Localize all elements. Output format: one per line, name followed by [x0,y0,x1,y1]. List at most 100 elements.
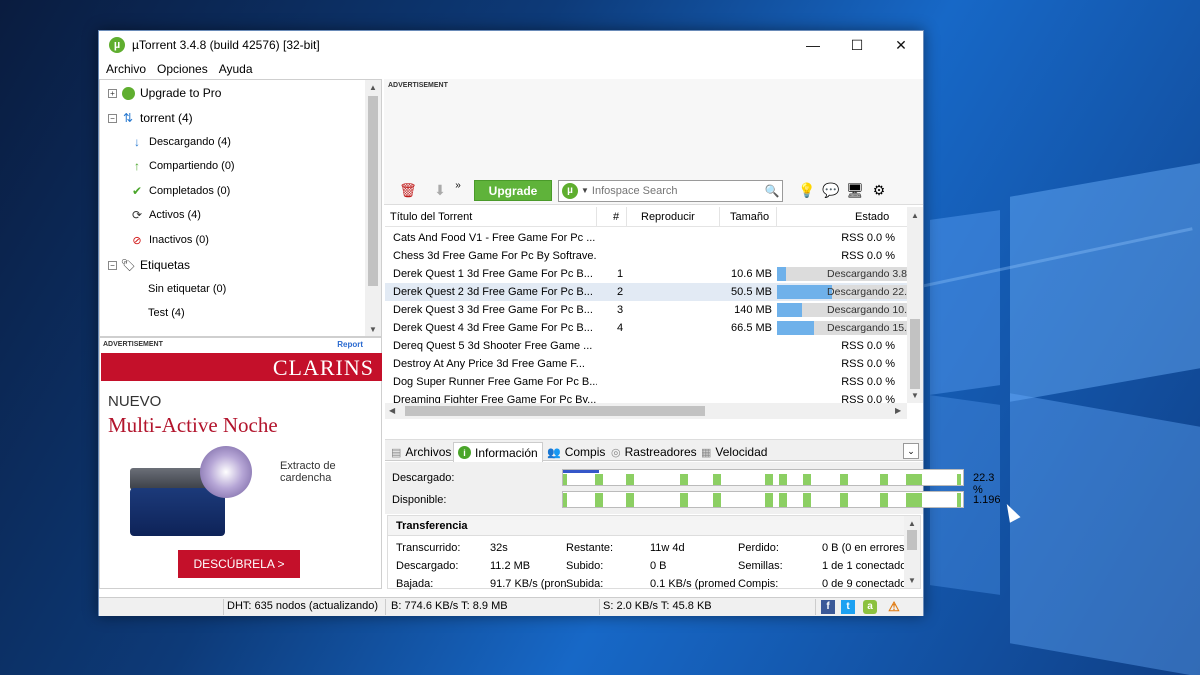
table-header: Título del Torrent # Reproducir Tamaño E… [385,207,907,227]
tab-compis[interactable]: 👥 Compis [543,442,609,462]
expand-icon[interactable]: + [108,88,117,98]
table-row[interactable]: Derek Quest 3 3d Free Game For Pc B... 3 1… [385,301,907,319]
tracker-icon: ◎ [611,446,621,459]
dht-status[interactable]: DHT: 635 nodos (actualizando) [227,600,378,612]
search-input[interactable] [591,184,762,197]
table-row[interactable]: Chess 3d Free Game For Pc By Softrave...… [385,247,907,265]
scroll-thumb[interactable] [405,406,705,416]
lightbulb-icon[interactable]: 💡 [795,180,819,202]
torrent-name: Dog Super Runner Free Game For Pc B... [393,376,597,388]
downloaded-progress-fill [563,470,599,473]
ad-product-name: Multi-Active Noche [108,413,278,437]
menu-ayuda[interactable]: Ayuda [218,62,259,76]
sidebar-scrollbar[interactable]: ▲ ▼ [365,80,381,336]
tab-rastreadores[interactable]: ◎ Rastreadores [607,442,701,462]
transfer-label: Perdido: [738,542,779,554]
table-row[interactable]: Dog Super Runner Free Game For Pc B... RS… [385,373,907,391]
table-vertical-scrollbar[interactable]: ▲ ▼ [907,207,923,403]
piece-segment [563,493,567,507]
download-button[interactable]: ⬇ [428,180,452,202]
scroll-left-icon[interactable]: ◀ [389,406,395,415]
upgrade-button[interactable]: Upgrade [474,180,552,201]
scroll-down-icon[interactable]: ▼ [365,322,381,336]
warning-icon[interactable]: ⚠ [887,600,901,614]
table-row[interactable]: Derek Quest 1 3d Free Game For Pc B... 1 1… [385,265,907,283]
scroll-up-icon[interactable]: ▲ [365,80,381,96]
sidebar-item-compartiendo[interactable]: ↑ Compartiendo (0) [130,155,235,177]
header-title[interactable]: Título del Torrent [385,207,597,227]
scroll-right-icon[interactable]: ▶ [895,406,901,415]
transfer-scrollbar[interactable]: ▲ ▼ [904,516,920,588]
twitter-icon[interactable]: t [841,600,855,614]
sidebar-item-activos[interactable]: ⟳ Activos (4) [130,204,201,226]
table-row[interactable]: Dereq Quest 5 3d Shooter Free Game ... RS… [385,337,907,355]
facebook-icon[interactable]: f [821,600,835,614]
scroll-down-icon[interactable]: ▼ [911,391,919,400]
piece-segment [595,474,603,485]
maximize-button[interactable]: ☐ [835,31,879,59]
scroll-up-icon[interactable]: ▲ [908,519,916,528]
torrent-size [720,355,772,373]
downloaded-percent: 22.3 % [973,472,995,496]
header-play[interactable]: Reproducir [627,207,720,227]
arrow-down-icon: ↓ [134,135,140,149]
android-icon[interactable]: a [863,600,877,614]
utorrent-window: µ µTorrent 3.4.8 (build 42576) [32-bit] … [98,30,1001,616]
chat-icon[interactable]: 💬 [819,180,843,202]
sidebar-item-sin-etiquetar[interactable]: Sin etiquetar (0) [148,278,226,300]
table-row[interactable]: Cats And Food V1 - Free Game For Pc ... R… [385,229,907,247]
sidebar-item-test[interactable]: Test (4) [148,302,185,324]
torrent-name: Derek Quest 2 3d Free Game For Pc B... [393,286,593,298]
gear-icon[interactable]: ⚙ [867,180,891,202]
chevron-down-icon[interactable]: ▼ [581,186,589,195]
minimize-button[interactable]: — [791,31,835,59]
ad-cta-button[interactable]: DESCÚBRELA > [178,550,300,578]
title-bar[interactable]: µ µTorrent 3.4.8 (build 42576) [32-bit] … [99,31,923,59]
scroll-up-icon[interactable]: ▲ [911,211,919,220]
ad-report-link[interactable]: Report [337,340,363,349]
header-status[interactable]: Estado [777,207,907,227]
collapse-icon[interactable]: − [108,113,117,123]
sidebar-item-completados[interactable]: ✔ Completados (0) [130,180,230,202]
torrent-progress-bar: Descargando 22. [777,285,907,299]
menu-opciones[interactable]: Opciones [156,62,214,76]
upload-status[interactable]: S: 2.0 KB/s T: 45.8 KB [603,600,712,612]
left-advertisement[interactable]: ADVERTISEMENT Report CLARINS NUEVO Multi… [99,337,382,589]
search-icon[interactable]: 🔍 [762,184,782,198]
tab-archivos[interactable]: ▤ Archivos [387,442,455,462]
table-row[interactable]: Derek Quest 4 3d Free Game For Pc B... 4 6… [385,319,907,337]
scroll-thumb[interactable] [368,96,378,286]
tab-velocidad[interactable]: ▦ Velocidad [697,442,771,462]
transfer-label: Compis: [738,578,779,590]
table-row[interactable]: Destroy At Any Price 3d Free Game F... RS… [385,355,907,373]
sidebar-item-upgrade[interactable]: + Upgrade to Pro [108,82,221,104]
tab-informacion[interactable]: i Información [453,442,543,462]
desktop-light-pane [1010,163,1200,402]
sidebar-item-torrent[interactable]: − ⇅ torrent (4) [108,107,193,129]
sidebar-item-descargando[interactable]: ↓ Descargando (4) [130,131,231,153]
scroll-down-icon[interactable]: ▼ [908,576,916,585]
collapse-icon[interactable]: − [108,260,117,270]
header-size[interactable]: Tamaño [720,207,777,227]
piece-segment [803,474,811,485]
tab-label: Rastreadores [624,445,697,459]
header-number[interactable]: # [597,207,627,227]
more-tools-button[interactable]: » [452,175,464,197]
monitor-icon[interactable]: 🖥 [843,180,867,202]
torrent-size [720,337,772,355]
transfer-value: 32s [490,542,508,554]
menu-archivo[interactable]: Archivo [105,62,152,76]
collapse-panel-button[interactable]: ⌄ [903,443,919,459]
tab-label: Velocidad [715,445,768,459]
sidebar-item-inactivos[interactable]: ⊘ Inactivos (0) [130,229,209,251]
download-status[interactable]: B: 774.6 KB/s T: 8.9 MB [391,600,508,612]
close-button[interactable]: ✕ [879,31,923,59]
inactive-icon: ⊘ [132,234,142,247]
table-row[interactable]: Derek Quest 2 3d Free Game For Pc B... 2 5… [385,283,907,301]
delete-button[interactable]: 🗑 [396,180,420,202]
scroll-thumb[interactable] [910,319,920,389]
scroll-thumb[interactable] [907,530,917,550]
sidebar-item-etiquetas[interactable]: − 🏷 Etiquetas [108,254,190,276]
table-horizontal-scrollbar[interactable]: ◀ ▶ [385,403,907,419]
top-advertisement[interactable]: ADVERTISEMENT [384,79,923,177]
